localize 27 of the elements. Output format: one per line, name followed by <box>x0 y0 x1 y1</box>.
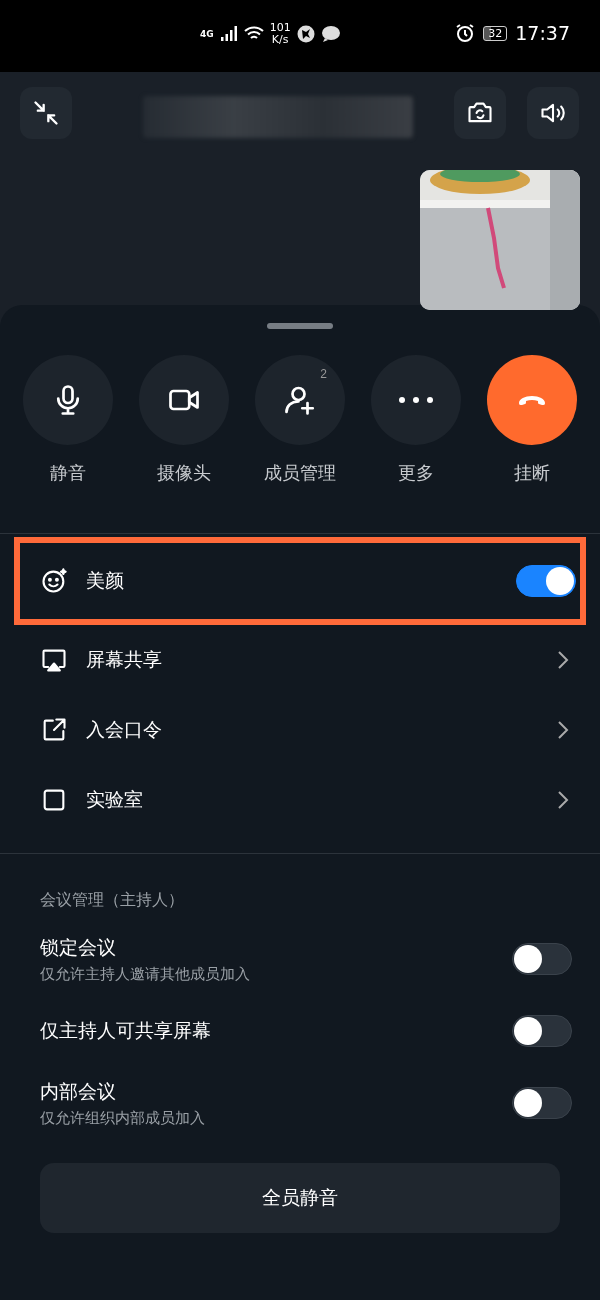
setting-label: 锁定会议 <box>40 934 117 960</box>
action-label: 摄像头 <box>157 461 211 485</box>
clock: 17:37 <box>515 22 570 44</box>
menu-label: 美颜 <box>86 568 125 593</box>
menu-label: 入会口令 <box>86 717 163 742</box>
setting-label: 仅主持人可共享屏幕 <box>40 1018 212 1043</box>
network-speed: 101 <box>269 22 291 34</box>
section-title: 会议管理（主持人） <box>39 889 185 911</box>
action-label: 成员管理 <box>264 461 336 485</box>
mute-all-button[interactable]: 全员静音 <box>40 1163 560 1233</box>
action-label: 更多 <box>398 461 434 485</box>
setting-description: 仅允许组织内部成员加入 <box>40 1108 206 1128</box>
action-label: 静音 <box>50 461 86 485</box>
member-count: 2 <box>320 367 327 381</box>
highlighted-menu-item[interactable]: 美颜 <box>14 537 586 625</box>
menu-item[interactable]: 屏幕共享 <box>14 625 586 695</box>
menu-label: 实验室 <box>86 787 144 812</box>
action-label: 挂断 <box>514 461 550 485</box>
menu-item[interactable]: 实验室 <box>14 765 586 835</box>
network-type: 4G <box>200 29 214 39</box>
setting-description: 仅允许主持人邀请其他成员加入 <box>40 964 251 984</box>
menu-item[interactable]: 入会口令 <box>14 695 586 765</box>
setting-label: 内部会议 <box>40 1078 117 1104</box>
battery-level: 32 <box>483 25 508 41</box>
action-button[interactable]: 2 <box>255 355 345 445</box>
speed-unit: K/s <box>271 34 289 46</box>
menu-label: 屏幕共享 <box>86 647 163 672</box>
